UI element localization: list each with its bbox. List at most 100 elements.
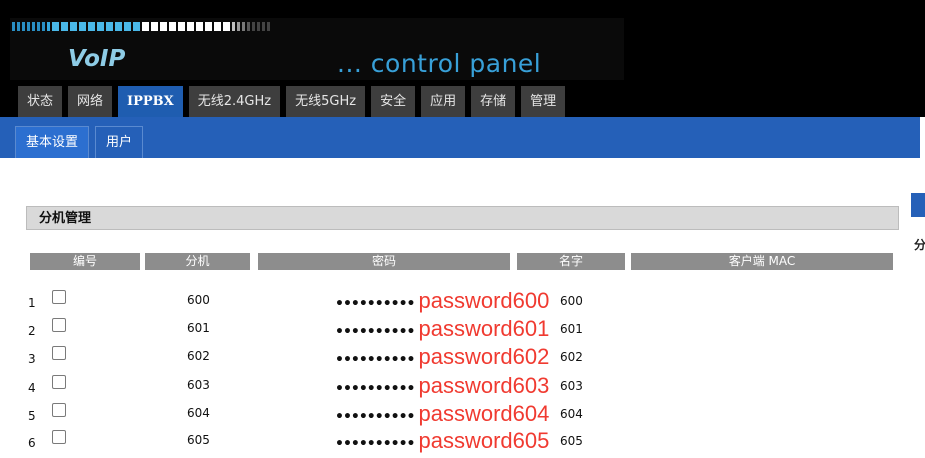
password-annotation: password604 (418, 401, 550, 426)
header: VoIP ... control panel 状态 网络 IPPBX 无线2.4GHz… (0, 0, 925, 117)
sub-tabs: 基本设置 用户 (15, 126, 144, 158)
row-index: 4 (28, 381, 36, 395)
signal-bar (133, 22, 140, 31)
table-row: 4 603 •••••••••• password603 603 (0, 373, 925, 403)
password-dots: •••••••••• (335, 352, 415, 368)
signal-bar (52, 22, 59, 31)
password-cell: •••••••••• password603 (335, 373, 549, 399)
name-value: 603 (560, 379, 583, 393)
table-row: 5 604 •••••••••• password604 604 (0, 401, 925, 431)
signal-bar (22, 22, 25, 31)
signal-bar (242, 22, 245, 31)
extension-value: 602 (187, 349, 210, 363)
extension-value: 604 (187, 406, 210, 420)
password-dots: •••••••••• (335, 296, 415, 312)
side-panel-edge (911, 193, 925, 217)
signal-bar (247, 22, 250, 31)
password-cell: •••••••••• password601 (335, 316, 549, 342)
name-value: 600 (560, 294, 583, 308)
table-row: 1 600 •••••••••• password600 600 (0, 288, 925, 318)
main-tab[interactable]: 应用 (421, 86, 466, 117)
password-annotation: password601 (418, 316, 550, 341)
password-cell: •••••••••• password605 (335, 428, 549, 454)
signal-bar (17, 22, 20, 31)
row-checkbox[interactable] (52, 290, 66, 304)
password-cell: •••••••••• password600 (335, 288, 549, 314)
signal-bar (223, 22, 230, 31)
signal-bar (169, 22, 176, 31)
signal-bar (187, 22, 194, 31)
name-value: 605 (560, 434, 583, 448)
main-tab[interactable]: IPPBX (118, 86, 183, 117)
signal-bar (106, 22, 113, 31)
row-checkbox[interactable] (52, 403, 66, 417)
row-checkbox[interactable] (52, 430, 66, 444)
row-index: 3 (28, 352, 36, 366)
row-index: 1 (28, 296, 36, 310)
main-tab[interactable]: 无线5GHz (286, 86, 366, 117)
signal-bar (37, 22, 40, 31)
name-value: 601 (560, 322, 583, 336)
signal-bar (257, 22, 260, 31)
signal-bar (267, 22, 270, 31)
main-tab[interactable]: 无线2.4GHz (188, 86, 281, 117)
signal-bar (214, 22, 221, 31)
column-header-mac: 客户端 MAC (631, 253, 893, 270)
main-tab[interactable]: 存储 (471, 86, 516, 117)
logo-banner: VoIP ... control panel (10, 18, 624, 80)
password-annotation: password605 (418, 428, 550, 453)
signal-bar (178, 22, 185, 31)
signal-bar (232, 22, 235, 31)
signal-bar (115, 22, 122, 31)
extension-value: 605 (187, 433, 210, 447)
extension-value: 601 (187, 321, 210, 335)
signal-bar (88, 22, 95, 31)
signal-bar (142, 22, 149, 31)
row-checkbox[interactable] (52, 375, 66, 389)
main-tab[interactable]: 安全 (371, 86, 416, 117)
password-annotation: password602 (418, 344, 550, 369)
column-header-index: 编号 (30, 253, 140, 270)
signal-bar (32, 22, 35, 31)
password-cell: •••••••••• password604 (335, 401, 549, 427)
row-index: 2 (28, 324, 36, 338)
row-index: 5 (28, 409, 36, 423)
column-header-name: 名字 (517, 253, 625, 270)
table-row: 3 602 •••••••••• password602 602 (0, 344, 925, 374)
signal-bar (124, 22, 131, 31)
signal-bar (97, 22, 104, 31)
signal-bar (237, 22, 240, 31)
password-annotation: password600 (418, 288, 550, 313)
signal-bar (205, 22, 212, 31)
signal-bar (70, 22, 77, 31)
extension-value: 603 (187, 378, 210, 392)
password-annotation: password603 (418, 373, 550, 398)
main-tab[interactable]: 状态 (18, 86, 63, 117)
table-row: 6 605 •••••••••• password605 605 (0, 428, 925, 458)
signal-bar (47, 22, 50, 31)
logo-text: VoIP (68, 46, 126, 72)
main-tab[interactable]: 网络 (68, 86, 113, 117)
password-dots: •••••••••• (335, 409, 415, 425)
sub-tab[interactable]: 基本设置 (15, 126, 90, 158)
row-checkbox[interactable] (52, 318, 66, 332)
column-header-password: 密码 (258, 253, 510, 270)
section-title: 分机管理 (26, 206, 899, 230)
signal-bar (151, 22, 158, 31)
side-panel-label: 分 (914, 238, 925, 252)
password-cell: •••••••••• password602 (335, 344, 549, 370)
row-checkbox[interactable] (52, 346, 66, 360)
signal-bar (79, 22, 86, 31)
main-tabs: 状态 网络 IPPBX 无线2.4GHz 无线5GHz 安全 应用 存储 管理 (18, 86, 566, 117)
signal-bar (61, 22, 68, 31)
password-dots: •••••••••• (335, 324, 415, 340)
signal-bar (160, 22, 167, 31)
main-tab[interactable]: 管理 (521, 86, 566, 117)
signal-bar (252, 22, 255, 31)
signal-bar (262, 22, 265, 31)
control-panel-subtitle: ... control panel (337, 49, 542, 78)
signal-bars-decoration (12, 22, 272, 31)
sub-tab[interactable]: 用户 (95, 126, 144, 158)
signal-bar (42, 22, 45, 31)
signal-bar (27, 22, 30, 31)
